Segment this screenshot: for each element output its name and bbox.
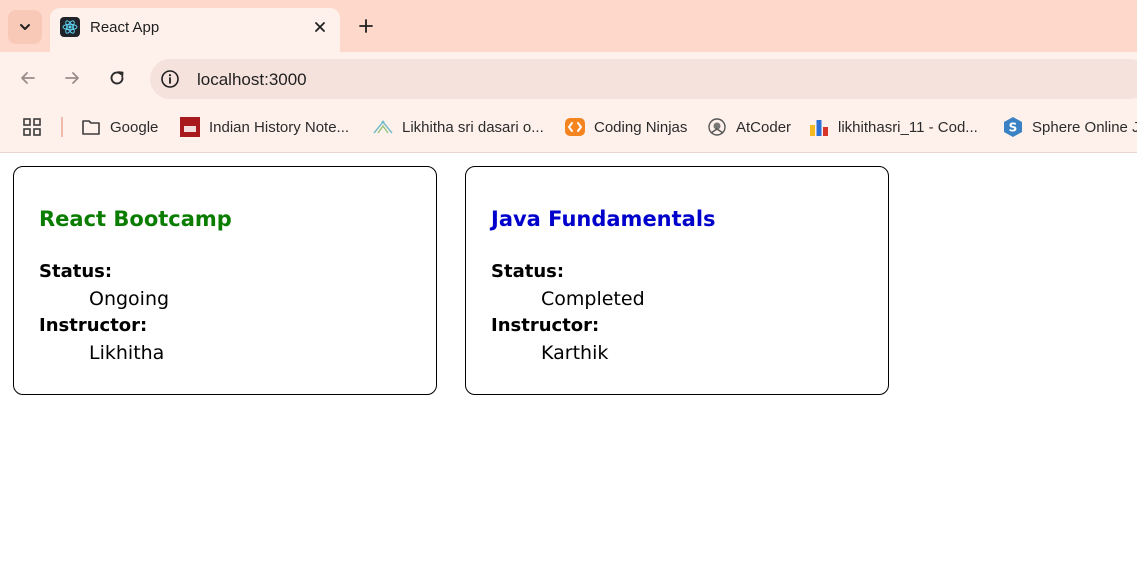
reload-icon bbox=[110, 71, 124, 85]
info-icon[interactable] bbox=[160, 69, 180, 89]
browser-window: React App localhost:3000 Google Indian H… bbox=[0, 0, 1137, 586]
arrow-left-icon bbox=[21, 72, 35, 84]
svg-text:S: S bbox=[1009, 121, 1018, 135]
url-text: localhost:3000 bbox=[197, 70, 307, 89]
react-logo-icon bbox=[60, 17, 80, 37]
instructor-label: Instructor: bbox=[39, 315, 148, 336]
plus-icon bbox=[359, 19, 373, 33]
page-content: React Bootcamp Status: Ongoing Instructo… bbox=[0, 153, 1137, 586]
tab-react-app[interactable]: React App bbox=[50, 8, 340, 52]
close-icon[interactable] bbox=[310, 17, 330, 37]
forward-button[interactable] bbox=[59, 65, 85, 91]
course-title: Java Fundamentals bbox=[491, 207, 716, 231]
back-button[interactable] bbox=[15, 65, 41, 91]
new-tab-button[interactable] bbox=[352, 12, 380, 40]
bookmark-atcoder[interactable]: AtCoder bbox=[707, 115, 791, 139]
instructor-value: Karthik bbox=[541, 342, 609, 364]
tab-search-button[interactable] bbox=[8, 10, 42, 44]
course-title: React Bootcamp bbox=[39, 207, 232, 231]
folder-icon bbox=[81, 117, 101, 137]
bookmark-likhitha-sri[interactable]: Likhitha sri dasari o... bbox=[373, 115, 544, 139]
status-label: Status: bbox=[39, 261, 113, 282]
status-label: Status: bbox=[491, 261, 565, 282]
bookmarks-divider bbox=[61, 117, 63, 137]
chevron-down-icon bbox=[20, 24, 30, 30]
address-bar[interactable]: localhost:3000 bbox=[150, 59, 1137, 99]
instructor-label: Instructor: bbox=[491, 315, 600, 336]
bookmark-likhithasri-cod[interactable]: likhithasri_11 - Cod... bbox=[809, 115, 978, 139]
bookmark-coding-ninjas[interactable]: Coding Ninjas bbox=[565, 115, 687, 139]
instructor-value: Likhitha bbox=[89, 342, 165, 364]
clear-ias-icon bbox=[180, 117, 200, 137]
arrow-right-icon bbox=[65, 72, 79, 84]
coding-ninjas-icon bbox=[565, 117, 585, 137]
tab-title: React App bbox=[90, 19, 160, 36]
bar-chart-icon bbox=[809, 117, 829, 137]
course-card: React Bootcamp Status: Ongoing Instructo… bbox=[13, 166, 437, 395]
bookmarks-bar: Google Indian History Note... Likhitha s… bbox=[0, 102, 1137, 153]
bookmark-indian-history[interactable]: Indian History Note... bbox=[180, 115, 349, 139]
site-icon bbox=[373, 117, 393, 137]
atcoder-icon bbox=[707, 117, 727, 137]
reload-button[interactable] bbox=[104, 65, 130, 91]
status-value: Ongoing bbox=[89, 288, 170, 310]
spoj-icon: S bbox=[1003, 117, 1023, 137]
course-card: Java Fundamentals Status: Completed Inst… bbox=[465, 166, 889, 395]
toolbar: localhost:3000 bbox=[0, 52, 1137, 102]
apps-grid-icon[interactable] bbox=[23, 118, 41, 136]
tab-strip: React App bbox=[0, 0, 1137, 52]
status-value: Completed bbox=[541, 288, 645, 310]
bookmark-sphere-online-judge[interactable]: S Sphere Online Ju bbox=[1003, 115, 1137, 139]
bookmark-google[interactable]: Google bbox=[81, 115, 158, 139]
